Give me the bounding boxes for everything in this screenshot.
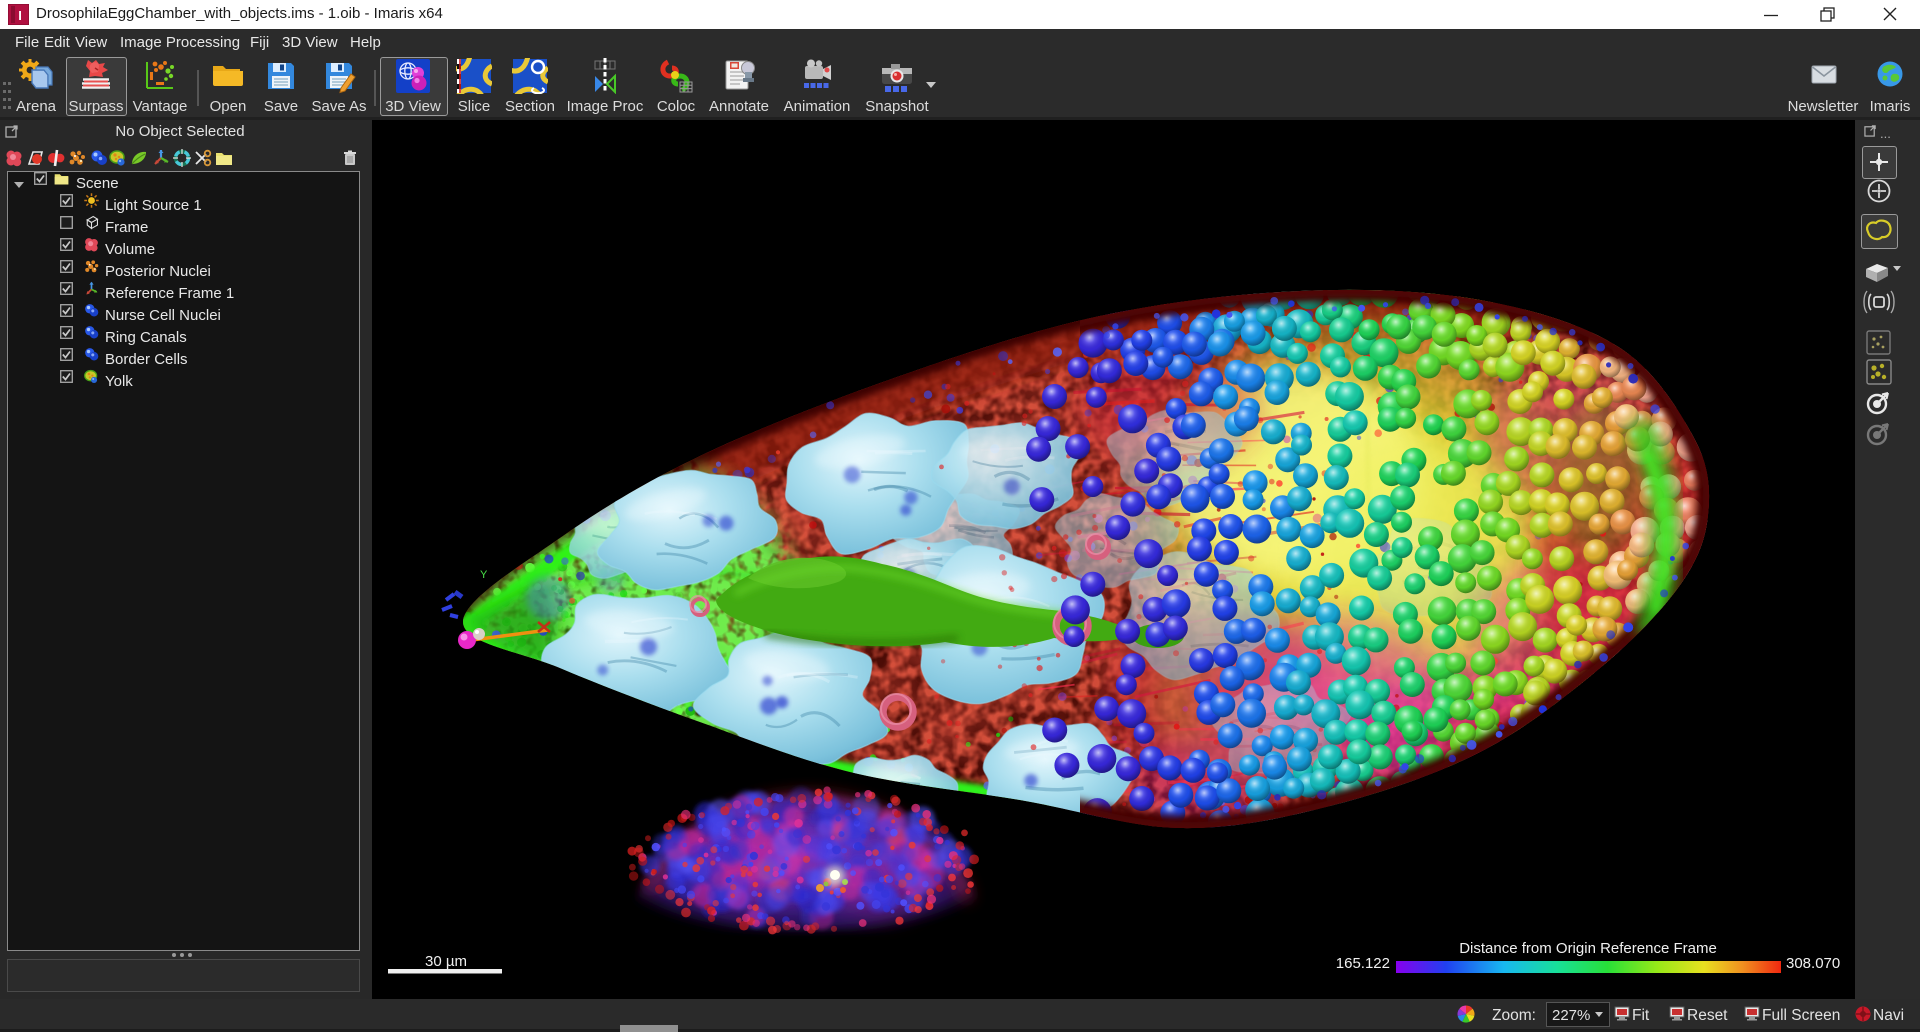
svg-text:308.070: 308.070	[1786, 955, 1840, 972]
svg-text:30 µm: 30 µm	[425, 953, 467, 970]
svg-text:165.122: 165.122	[1336, 955, 1390, 972]
svg-text:I: I	[18, 8, 22, 23]
svg-text:Y: Y	[480, 569, 488, 581]
svg-text:Distance from Origin Reference: Distance from Origin Reference Frame	[1459, 940, 1717, 957]
